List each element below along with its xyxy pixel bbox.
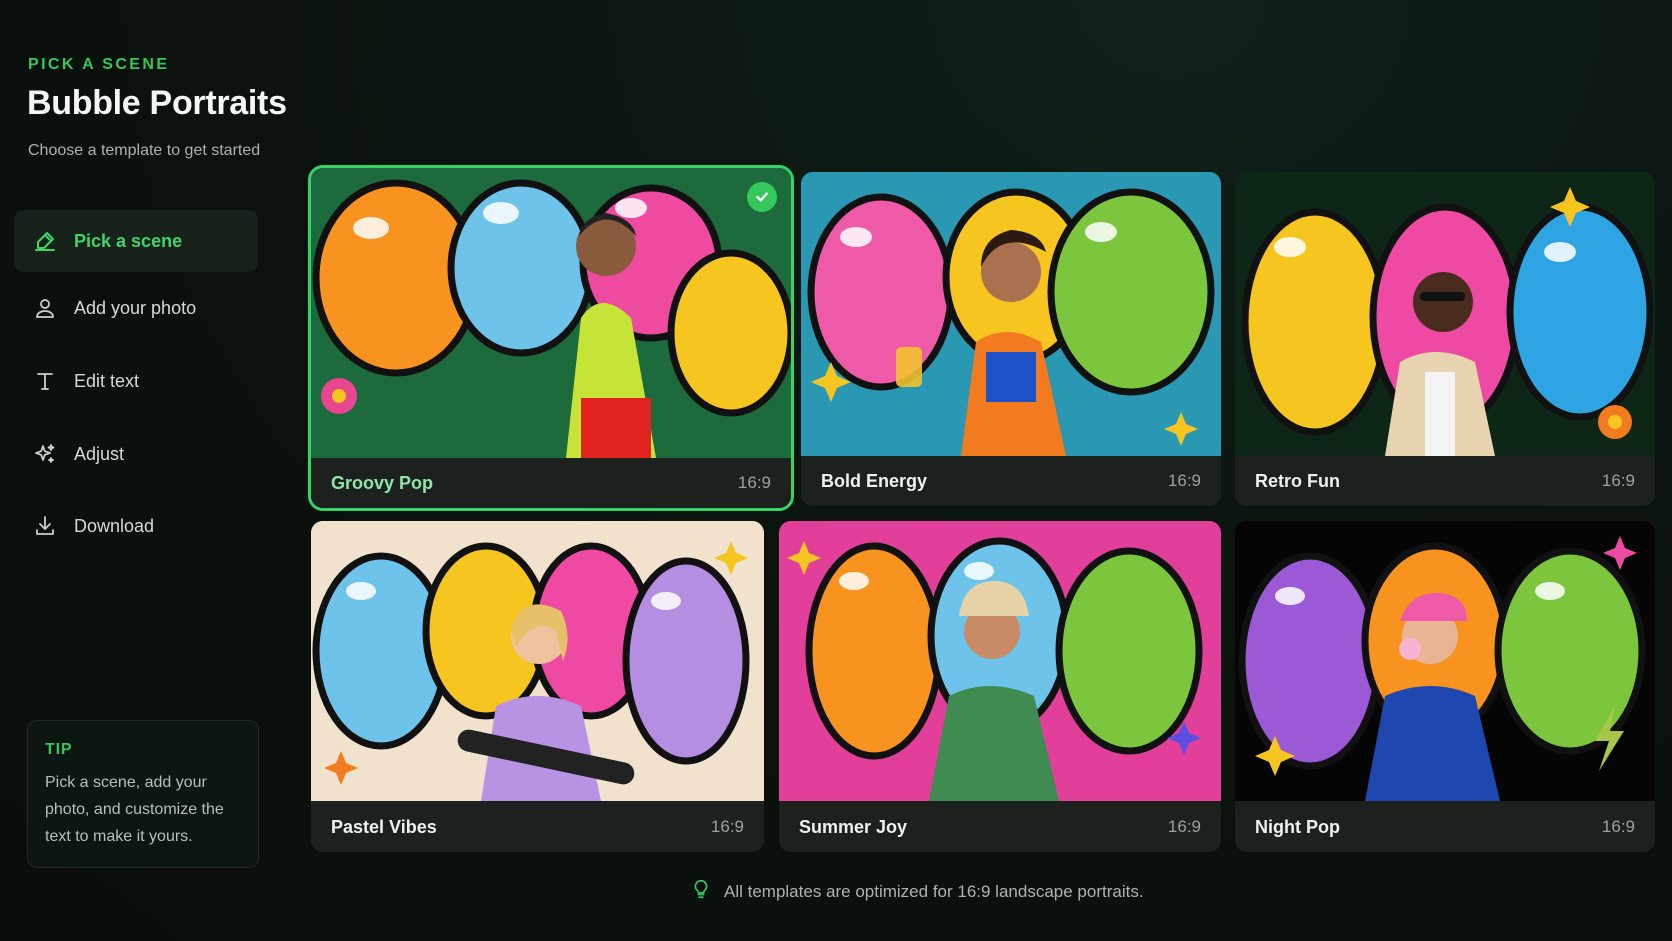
tip-box: TIP Pick a scene, add your photo, and cu…	[27, 720, 259, 868]
nav-item-download[interactable]: Download	[14, 495, 258, 557]
template-card-bold-energy[interactable]: Bold Energy 16:9	[801, 172, 1221, 506]
template-name: Bold Energy	[821, 470, 928, 491]
template-footer: Retro Fun 16:9	[1235, 456, 1655, 506]
app-root: PICK A SCENE Bubble Portraits Choose a t…	[0, 0, 1672, 941]
lightbulb-icon	[690, 878, 712, 905]
template-name: Groovy Pop	[331, 472, 434, 493]
template-ratio: 16:9	[737, 473, 771, 492]
footer-text: All templates are optimized for 16:9 lan…	[724, 881, 1144, 901]
template-thumbnail	[1235, 172, 1655, 456]
nav-item-label: Adjust	[74, 443, 125, 464]
nav-item-label: Edit text	[74, 370, 140, 391]
nav-item-label: Add your photo	[74, 297, 197, 318]
template-footer: Bold Energy 16:9	[801, 456, 1221, 506]
footer-note: All templates are optimized for 16:9 lan…	[690, 878, 1144, 905]
nav-item-add-photo[interactable]: Add your photo	[14, 277, 258, 339]
template-ratio: 16:9	[1167, 471, 1201, 490]
nav-item-label: Download	[74, 515, 155, 536]
template-card-night-pop[interactable]: Night Pop 16:9	[1235, 521, 1655, 852]
nav-item-adjust[interactable]: Adjust	[14, 423, 258, 485]
eyebrow-label: PICK A SCENE	[28, 56, 170, 73]
brush-icon	[32, 228, 58, 254]
template-thumbnail	[779, 521, 1221, 801]
sparkles-icon	[32, 441, 58, 467]
template-card-groovy-pop[interactable]: Groovy Pop 16:9	[308, 165, 794, 511]
template-ratio: 16:9	[1167, 817, 1201, 836]
template-name: Summer Joy	[799, 816, 908, 837]
template-thumbnail	[311, 168, 791, 458]
tip-label: TIP	[45, 741, 73, 758]
template-footer: Groovy Pop 16:9	[311, 458, 791, 508]
template-name: Night Pop	[1255, 816, 1340, 837]
template-card-summer-joy[interactable]: Summer Joy 16:9	[779, 521, 1221, 852]
template-footer: Pastel Vibes 16:9	[311, 802, 764, 852]
template-name: Pastel Vibes	[331, 816, 437, 837]
user-icon	[32, 295, 58, 321]
template-ratio: 16:9	[1601, 817, 1635, 836]
nav-item-edit-text[interactable]: Edit text	[14, 350, 258, 412]
template-thumbnail	[801, 172, 1221, 456]
template-ratio: 16:9	[1601, 471, 1635, 490]
template-footer: Night Pop 16:9	[1235, 802, 1655, 852]
template-thumbnail	[1235, 521, 1655, 801]
nav-item-label: Pick a scene	[74, 230, 183, 251]
template-ratio: 16:9	[710, 817, 744, 836]
template-card-pastel-vibes[interactable]: Pastel Vibes 16:9	[311, 521, 764, 852]
template-card-retro-fun[interactable]: Retro Fun 16:9	[1235, 172, 1655, 506]
text-icon	[32, 368, 58, 394]
selected-check-icon	[747, 182, 777, 212]
tip-text: Pick a scene, add your photo, and custom…	[45, 774, 224, 845]
nav-item-pick-scene[interactable]: Pick a scene	[14, 210, 258, 272]
template-footer: Summer Joy 16:9	[779, 802, 1221, 852]
download-icon	[32, 513, 58, 539]
page-subtitle: Choose a template to get started	[28, 142, 261, 159]
page-title: Bubble Portraits	[27, 84, 287, 122]
template-name: Retro Fun	[1255, 470, 1340, 491]
template-thumbnail	[311, 521, 764, 801]
